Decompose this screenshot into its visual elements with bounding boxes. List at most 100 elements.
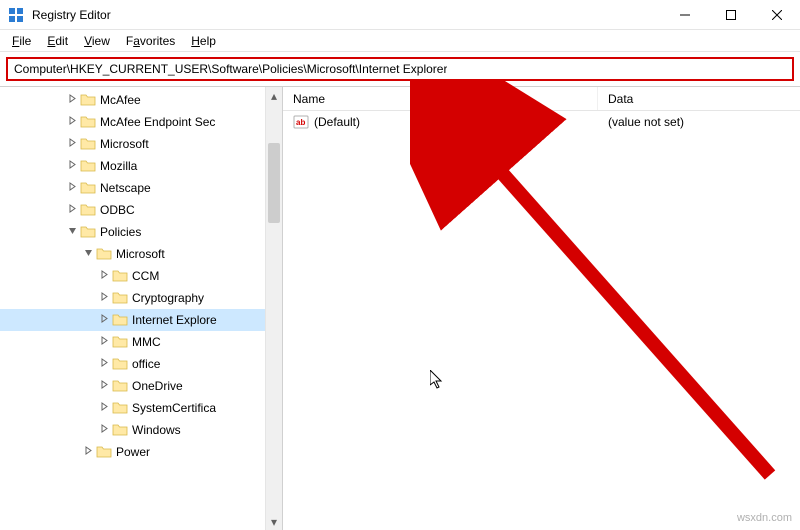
- folder-icon: [112, 378, 128, 394]
- tree-item-label: Internet Explore: [132, 313, 217, 327]
- folder-icon: [80, 92, 96, 108]
- menu-help-label: elp: [200, 34, 216, 48]
- chevron-right-icon[interactable]: [96, 402, 112, 414]
- column-header-name[interactable]: Name: [283, 87, 443, 110]
- chevron-right-icon[interactable]: [96, 292, 112, 304]
- chevron-right-icon[interactable]: [64, 138, 80, 150]
- close-button[interactable]: [754, 0, 800, 29]
- tree-scrollbar[interactable]: ▴ ▾: [265, 87, 282, 530]
- tree-item-label: OneDrive: [132, 379, 183, 393]
- chevron-right-icon[interactable]: [64, 116, 80, 128]
- tree-item[interactable]: office: [0, 353, 265, 375]
- tree-item[interactable]: McAfee Endpoint Sec: [0, 111, 265, 133]
- scroll-thumb[interactable]: [268, 143, 280, 223]
- tree-item-label: office: [132, 357, 160, 371]
- scroll-down-icon[interactable]: ▾: [266, 513, 282, 530]
- chevron-right-icon[interactable]: [96, 424, 112, 436]
- chevron-right-icon[interactable]: [96, 314, 112, 326]
- tree-item[interactable]: SystemCertifica: [0, 397, 265, 419]
- tree-item-label: Mozilla: [100, 159, 137, 173]
- tree-item[interactable]: Mozilla: [0, 155, 265, 177]
- maximize-button[interactable]: [708, 0, 754, 29]
- folder-icon: [80, 158, 96, 174]
- tree-item[interactable]: McAfee: [0, 89, 265, 111]
- tree-item[interactable]: Microsoft: [0, 243, 265, 265]
- tree-item[interactable]: Cryptography: [0, 287, 265, 309]
- minimize-button[interactable]: [662, 0, 708, 29]
- tree-item[interactable]: MMC: [0, 331, 265, 353]
- tree-item-label: Microsoft: [116, 247, 165, 261]
- folder-icon: [112, 268, 128, 284]
- menu-view[interactable]: View: [76, 32, 118, 50]
- menu-edit-label: dit: [55, 34, 68, 48]
- chevron-right-icon[interactable]: [96, 270, 112, 282]
- menu-edit[interactable]: Edit: [39, 32, 76, 50]
- tree-item-label: SystemCertifica: [132, 401, 216, 415]
- folder-icon: [80, 202, 96, 218]
- column-header-data[interactable]: Data: [598, 87, 800, 110]
- tree-item-label: Microsoft: [100, 137, 149, 151]
- chevron-down-icon[interactable]: [80, 248, 96, 260]
- folder-icon: [112, 422, 128, 438]
- tree-item[interactable]: Microsoft: [0, 133, 265, 155]
- list-row[interactable]: ab(Default)REG_SZ(value not set): [283, 111, 800, 133]
- svg-text:ab: ab: [296, 118, 305, 127]
- list-header: Name Type Data: [283, 87, 800, 111]
- value-name: (Default): [314, 115, 360, 129]
- folder-icon: [112, 290, 128, 306]
- titlebar: Registry Editor: [0, 0, 800, 30]
- chevron-right-icon[interactable]: [64, 94, 80, 106]
- tree-item[interactable]: Netscape: [0, 177, 265, 199]
- chevron-right-icon[interactable]: [96, 358, 112, 370]
- addressbar[interactable]: Computer\HKEY_CURRENT_USER\Software\Poli…: [6, 57, 794, 81]
- folder-icon: [112, 334, 128, 350]
- window-controls: [662, 0, 800, 29]
- tree-item[interactable]: CCM: [0, 265, 265, 287]
- main-split: McAfee McAfee Endpoint Sec Microsoft Mozill…: [0, 86, 800, 530]
- cell-name: ab (Default): [283, 114, 443, 130]
- column-header-type[interactable]: Type: [443, 87, 598, 110]
- app-icon: [8, 7, 24, 23]
- chevron-right-icon[interactable]: [80, 446, 96, 458]
- menubar: File Edit View Favorites Help: [0, 30, 800, 52]
- folder-icon: [112, 400, 128, 416]
- folder-icon: [80, 136, 96, 152]
- folder-icon: [112, 356, 128, 372]
- addressbar-container: Computer\HKEY_CURRENT_USER\Software\Poli…: [0, 52, 800, 86]
- menu-view-label: iew: [92, 34, 110, 48]
- menu-favorites-label: vorites: [140, 34, 175, 48]
- tree-item[interactable]: Power: [0, 441, 265, 463]
- address-path: Computer\HKEY_CURRENT_USER\Software\Poli…: [14, 62, 447, 76]
- tree-item-label: McAfee: [100, 93, 141, 107]
- chevron-right-icon[interactable]: [96, 336, 112, 348]
- chevron-right-icon[interactable]: [64, 182, 80, 194]
- tree[interactable]: McAfee McAfee Endpoint Sec Microsoft Mozill…: [0, 87, 265, 465]
- tree-item[interactable]: Windows: [0, 419, 265, 441]
- window-title: Registry Editor: [32, 8, 662, 22]
- chevron-right-icon[interactable]: [64, 204, 80, 216]
- tree-item-label: MMC: [132, 335, 161, 349]
- list-body[interactable]: ab(Default)REG_SZ(value not set): [283, 111, 800, 530]
- folder-icon: [80, 224, 96, 240]
- string-value-icon: ab: [293, 114, 309, 130]
- tree-item[interactable]: Internet Explore: [0, 309, 265, 331]
- folder-icon: [80, 114, 96, 130]
- list-pane: Name Type Data ab(Default)REG_SZ(value n…: [283, 87, 800, 530]
- folder-icon: [80, 180, 96, 196]
- tree-item[interactable]: Policies: [0, 221, 265, 243]
- chevron-down-icon[interactable]: [64, 226, 80, 238]
- folder-icon: [112, 312, 128, 328]
- folder-icon: [96, 444, 112, 460]
- tree-pane: McAfee McAfee Endpoint Sec Microsoft Mozill…: [0, 87, 283, 530]
- menu-help[interactable]: Help: [183, 32, 224, 50]
- tree-item-label: Windows: [132, 423, 181, 437]
- scroll-up-icon[interactable]: ▴: [266, 87, 282, 104]
- tree-item[interactable]: OneDrive: [0, 375, 265, 397]
- chevron-right-icon[interactable]: [96, 380, 112, 392]
- chevron-right-icon[interactable]: [64, 160, 80, 172]
- folder-icon: [96, 246, 112, 262]
- menu-favorites[interactable]: Favorites: [118, 32, 183, 50]
- menu-file[interactable]: File: [4, 32, 39, 50]
- tree-item[interactable]: ODBC: [0, 199, 265, 221]
- tree-item-label: ODBC: [100, 203, 135, 217]
